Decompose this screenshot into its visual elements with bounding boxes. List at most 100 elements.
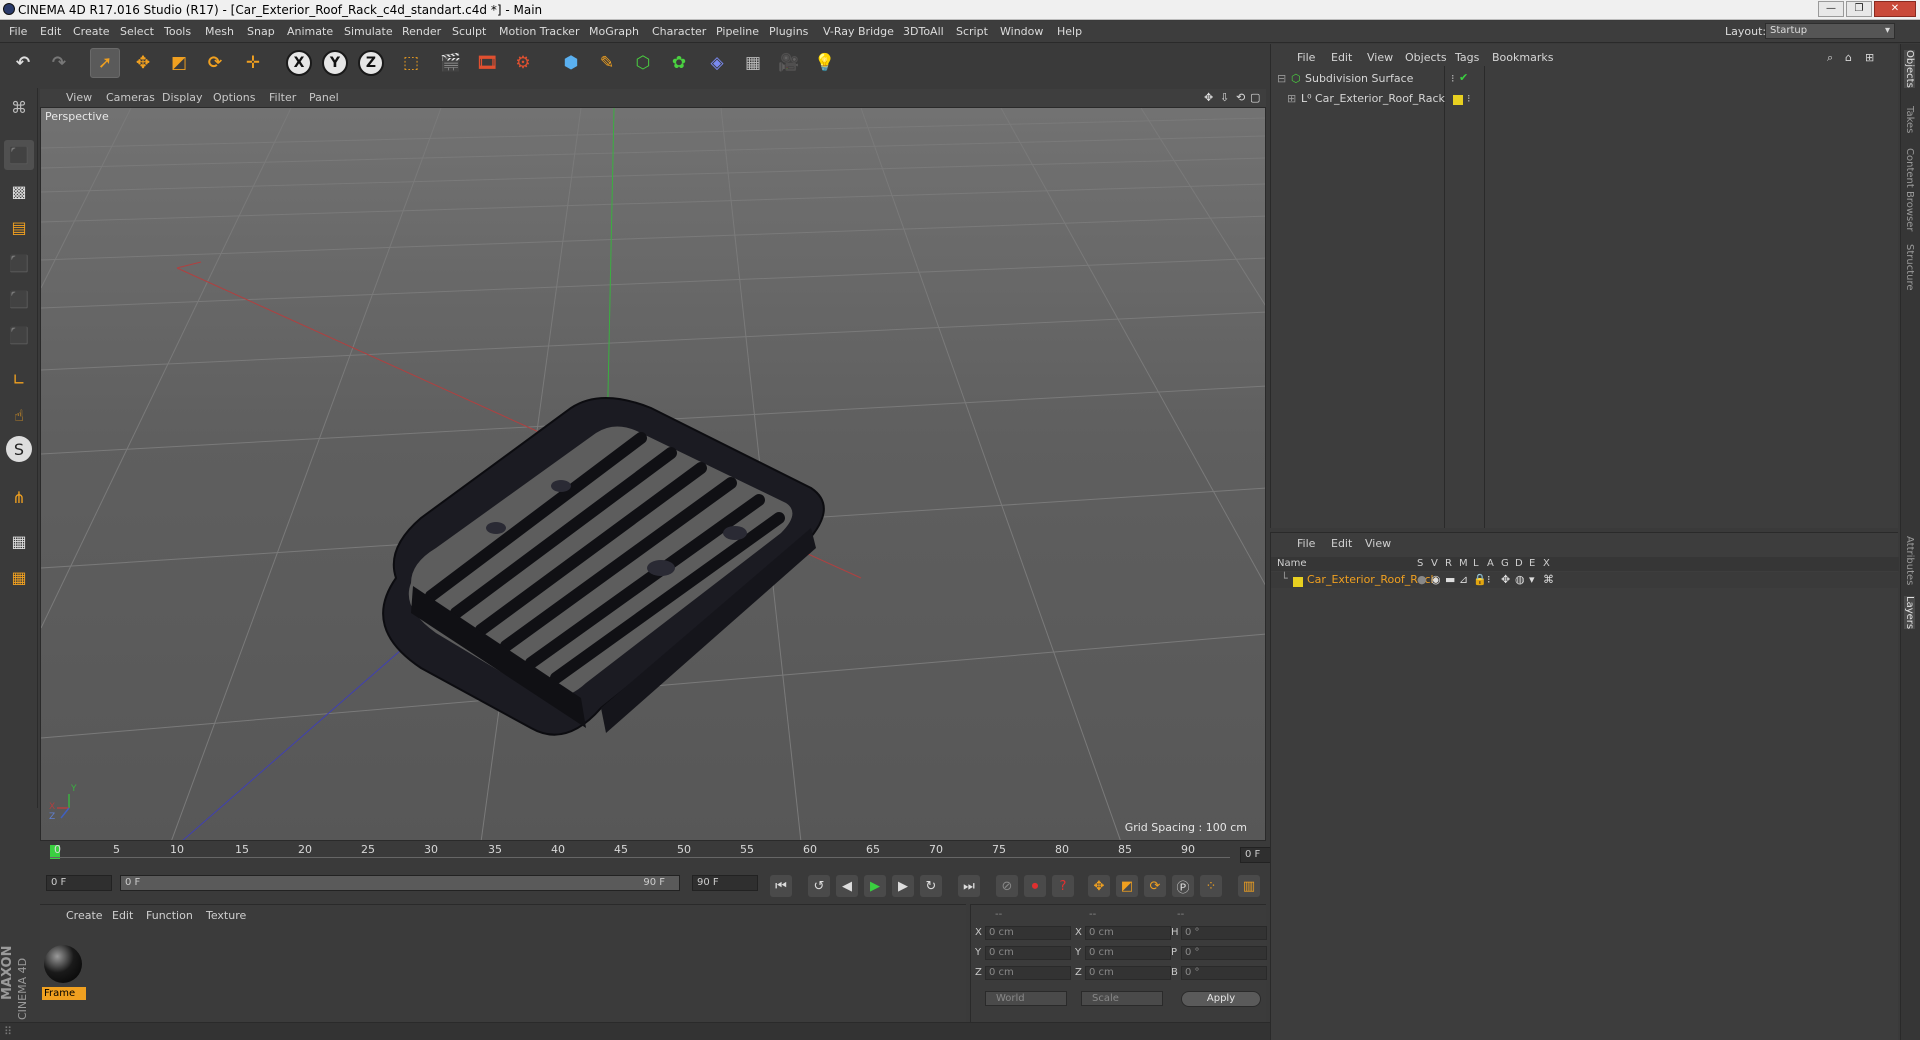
viewport-menu-options[interactable]: Options [213,91,255,104]
search-icon[interactable]: ⌕ [1827,51,1833,65]
render-settings-icon[interactable]: ⚙ [508,48,538,78]
menu-pipeline[interactable]: Pipeline [716,25,759,38]
redo-icon[interactable]: ↷ [44,48,74,78]
start-frame-field[interactable]: 0 F [46,875,112,891]
next-frame-icon[interactable]: ▶ [892,875,914,897]
layer-row[interactable]: └ Car_Exterior_Roof_Rack ● ◉ ▬ ⊿ 🔒 ⁝ ✥ ◍… [1271,572,1899,588]
maximize-button[interactable]: ❐ [1846,1,1872,17]
next-key-icon[interactable]: ↻ [920,875,942,897]
rotate-icon[interactable]: ⟳ [200,48,230,78]
make-editable-icon[interactable]: ⌘ [4,92,34,122]
side-tab-content-browser[interactable]: Content Browser [1904,148,1915,231]
point-level-animation-icon[interactable]: ⁘ [1200,875,1222,897]
workplane-lock-icon[interactable]: ▦ [4,526,34,556]
subdivision-surface-icon[interactable]: ⬡ [628,48,658,78]
coord-pos-y-field[interactable]: 0 cm [985,946,1071,960]
go-to-end-icon[interactable]: ⏭ [958,875,980,897]
spline-pen-icon[interactable]: ✎ [592,48,622,78]
live-selection-icon[interactable]: ➚ [90,48,120,78]
coordinate-system-icon[interactable]: ⬚ [396,48,426,78]
coord-pos-z-field[interactable]: 0 cm [985,966,1071,980]
workplane-mode-icon[interactable]: ▤ [4,212,34,242]
menu-simulate[interactable]: Simulate [344,25,393,38]
material-menu-function[interactable]: Function [146,909,193,922]
animation-icon[interactable]: ⁝ [1487,573,1491,586]
layer-col-xref[interactable]: X [1543,558,1550,569]
visibility-toggle-icon[interactable]: ⁝ [1467,92,1471,105]
material-menu-edit[interactable]: Edit [112,909,133,922]
enabled-check-icon[interactable]: ✔ [1459,71,1468,84]
layer-col-manager[interactable]: M [1459,558,1468,569]
manager-icon[interactable]: ⊿ [1459,573,1468,586]
play-icon[interactable]: ▶ [864,875,886,897]
collapse-icon[interactable]: ⊟ [1277,72,1286,85]
viewport-menu-view[interactable]: View [66,91,92,104]
coord-rot-b-field[interactable]: 0 ° [1181,966,1267,980]
undo-icon[interactable]: ↶ [8,48,38,78]
close-button[interactable]: ✕ [1874,1,1916,17]
material-menu-create[interactable]: Create [66,909,103,922]
menu-sculpt[interactable]: Sculpt [452,25,486,38]
material-swatch[interactable]: Frame [40,923,100,1003]
menu-plugins[interactable]: Plugins [769,25,808,38]
record-active-objects-icon[interactable]: ⏺ [1024,875,1046,897]
timeline-window-icon[interactable]: ▥ [1238,875,1260,897]
axis-mode-icon[interactable]: ∟ [4,364,34,394]
menu-window[interactable]: Window [1000,25,1043,38]
layer-menu-view[interactable]: View [1365,537,1391,550]
menu-create[interactable]: Create [73,25,110,38]
layer-col-view[interactable]: V [1431,558,1438,569]
layer-col-generators[interactable]: G [1501,558,1509,569]
autokeying-icon[interactable]: ? [1052,875,1074,897]
deformer-icon[interactable]: ◍ [1515,573,1525,586]
viewport-move-icon[interactable]: ✥ [1204,91,1213,104]
layer-col-animation[interactable]: A [1487,558,1494,569]
apply-button[interactable]: Apply [1181,991,1261,1007]
menu-tools[interactable]: Tools [164,25,191,38]
polygons-mode-icon[interactable]: ⬛ [4,320,34,350]
transform-icon[interactable]: ✛ [238,48,268,78]
home-icon[interactable]: ⌂ [1845,51,1852,64]
perspective-viewport[interactable]: Perspective Y X Z Grid Spacing : 100 cm [40,107,1266,841]
menu-select[interactable]: Select [120,25,154,38]
tweak-mode-icon[interactable]: ☝ [4,400,34,430]
menu-mograph[interactable]: MoGraph [589,25,639,38]
layer-menu-file[interactable]: File [1297,537,1315,550]
coord-rot-h-field[interactable]: 0 ° [1181,926,1267,940]
menu-file[interactable]: File [9,25,27,38]
render-view-icon[interactable]: 🎬 [436,48,466,78]
viewport-layout-icon[interactable]: ▢ [1250,91,1260,104]
coord-rot-p-field[interactable]: 0 ° [1181,946,1267,960]
texture-mode-icon[interactable]: ▩ [4,176,34,206]
minimize-button[interactable]: — [1818,1,1844,17]
side-tab-layers[interactable]: Layers [1904,596,1915,630]
keyframe-selection-icon[interactable]: ⊘ [996,875,1018,897]
expression-icon[interactable]: ▾ [1529,573,1535,586]
viewport-menu-filter[interactable]: Filter [269,91,296,104]
go-to-start-icon[interactable]: ⏮ [770,875,792,897]
menu-animate[interactable]: Animate [287,25,333,38]
side-tab-objects[interactable]: Objects [1904,50,1915,88]
light-icon[interactable]: 💡 [810,48,840,78]
cloner-icon[interactable]: ✿ [664,48,694,78]
render-clapper-icon[interactable]: ▬ [1445,573,1455,586]
object-row-roof-rack[interactable]: ⊞ L⁰ Car_Exterior_Roof_Rack ⁝ [1277,90,1897,108]
position-key-icon[interactable]: ✥ [1088,875,1110,897]
previous-frame-icon[interactable]: ◀ [836,875,858,897]
layer-col-render[interactable]: R [1445,558,1452,569]
layer-col-deformers[interactable]: D [1515,558,1523,569]
menu-3dtoall[interactable]: 3DToAll [903,25,944,38]
panel-options-icon[interactable]: ⊞ [1865,51,1874,64]
obj-menu-view[interactable]: View [1367,51,1393,64]
viewport-menu-cameras[interactable]: Cameras [106,91,155,104]
coord-space-select[interactable]: World [985,991,1067,1006]
coord-size-x-field[interactable]: 0 cm [1085,926,1171,940]
edges-mode-icon[interactable]: ⬛ [4,284,34,314]
x-axis-lock-icon[interactable]: X [286,50,312,76]
menu-edit[interactable]: Edit [40,25,61,38]
layout-select[interactable]: Startup ▾ [1765,23,1895,39]
material-menu-texture[interactable]: Texture [206,909,246,922]
obj-menu-edit[interactable]: Edit [1331,51,1352,64]
scale-icon[interactable]: ◩ [164,48,194,78]
rotation-key-icon[interactable]: ⟳ [1144,875,1166,897]
